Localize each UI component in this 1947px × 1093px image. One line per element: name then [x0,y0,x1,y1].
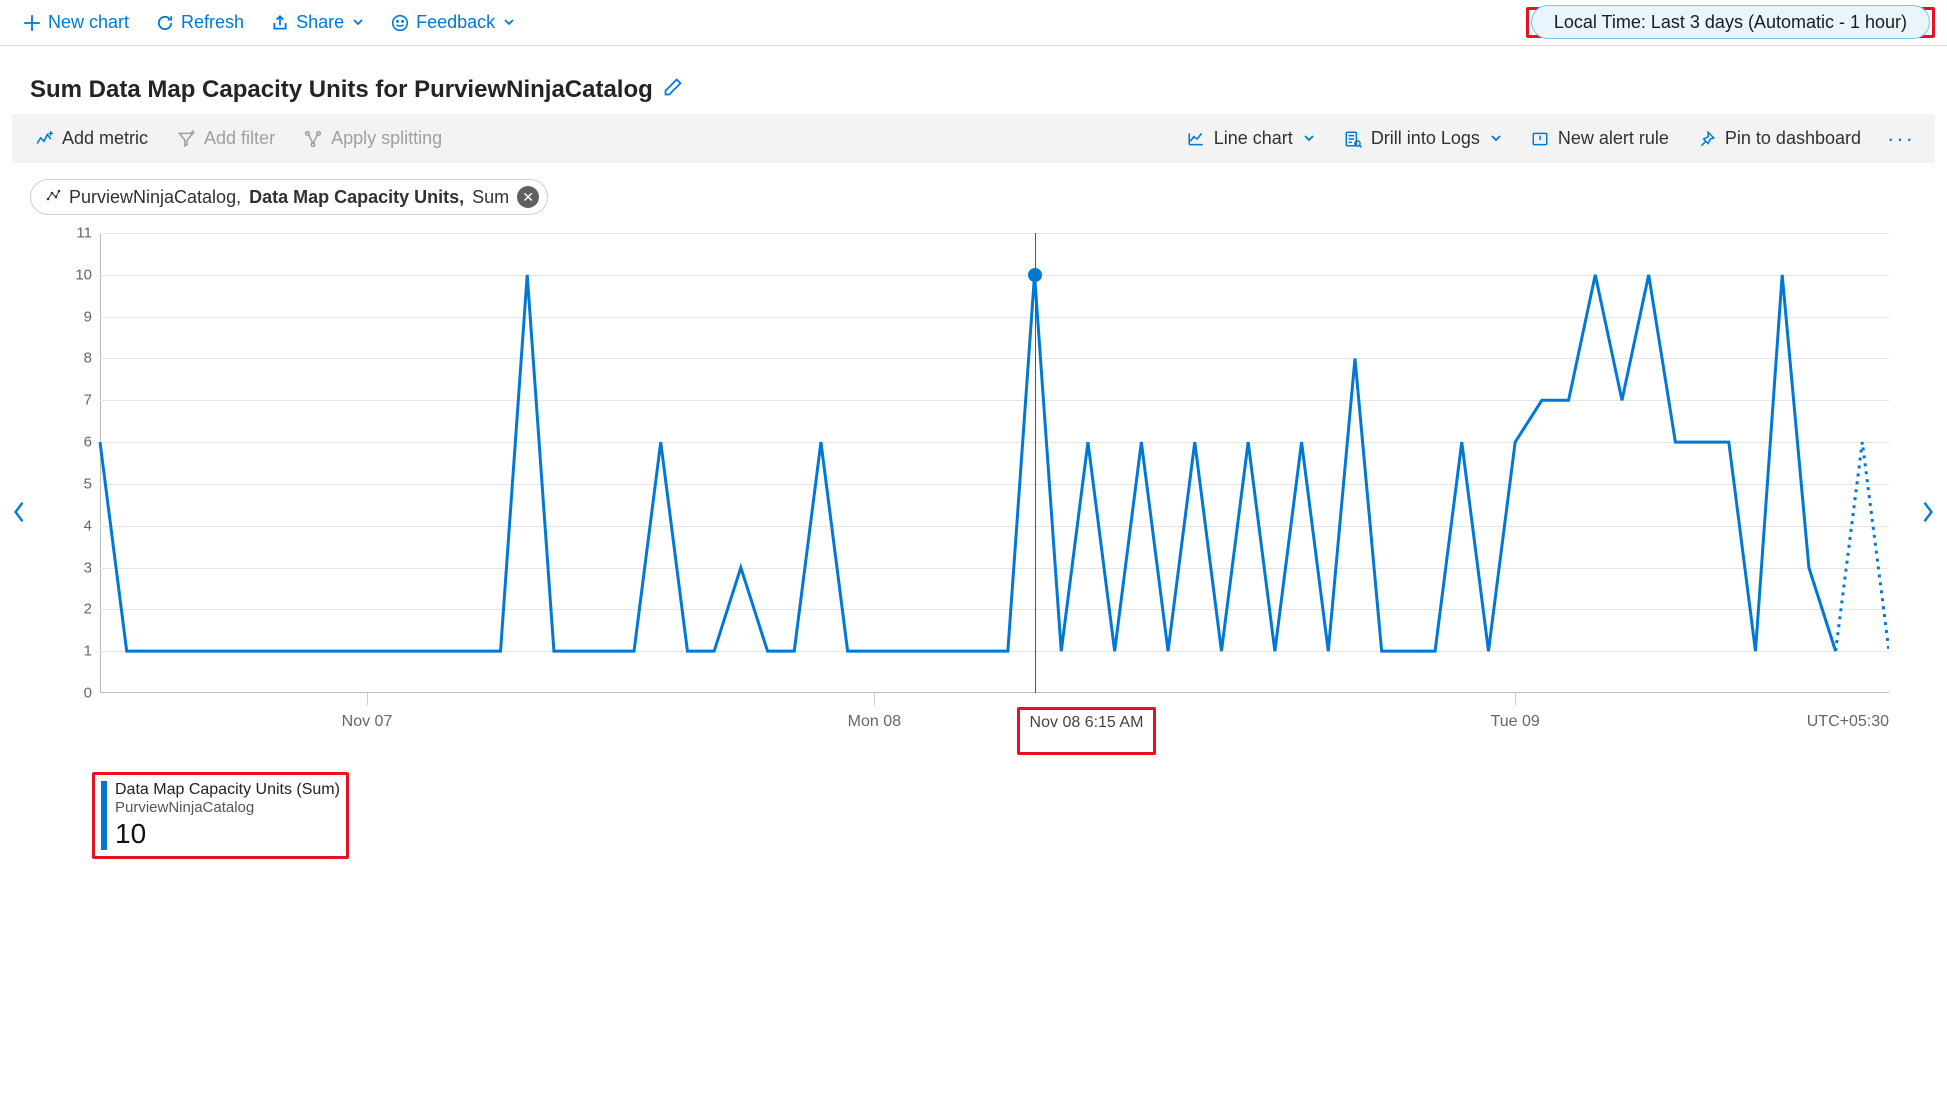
feedback-button[interactable]: Feedback [380,6,525,39]
filter-icon [176,129,196,149]
add-filter-label: Add filter [204,128,275,149]
plus-icon [22,13,42,33]
smile-icon [390,13,410,33]
prev-time-range-button[interactable] [6,493,32,537]
refresh-button[interactable]: Refresh [145,6,254,39]
chevron-down-icon [1490,131,1502,147]
timezone-label: UTC+05:30 [1807,713,1889,731]
x-tick-label: Tue 09 [1491,713,1540,731]
hover-guideline [1035,233,1036,693]
add-metric-icon [34,129,54,149]
chart-container: 01234567891011Nov 07Mon 08Tue 09UTC+05:3… [12,233,1935,763]
add-filter-button: Add filter [166,122,285,155]
next-time-range-button[interactable] [1915,493,1941,537]
pin-icon [1697,129,1717,149]
x-tick-label: Mon 08 [848,713,901,731]
apply-splitting-label: Apply splitting [331,128,442,149]
metric-chip-row: PurviewNinjaCatalog, Data Map Capacity U… [0,163,1947,223]
edit-title-button[interactable] [663,76,683,104]
chart-plot[interactable]: 01234567891011Nov 07Mon 08Tue 09UTC+05:3… [58,233,1889,763]
time-range-highlight: Local Time: Last 3 days (Automatic - 1 h… [1526,7,1935,38]
x-tick-mark [1515,693,1516,705]
pin-to-dashboard-button[interactable]: Pin to dashboard [1687,122,1871,155]
split-icon [303,129,323,149]
share-label: Share [296,12,344,33]
new-alert-rule-label: New alert rule [1558,128,1669,149]
apply-splitting-button: Apply splitting [293,122,452,155]
chevron-down-icon [352,15,364,31]
alert-icon [1530,129,1550,149]
new-chart-button[interactable]: New chart [12,6,139,39]
new-chart-label: New chart [48,12,129,33]
metric-chip-resource: PurviewNinjaCatalog, [69,187,241,208]
pin-to-dashboard-label: Pin to dashboard [1725,128,1861,149]
hover-point-marker [1028,268,1042,282]
metric-chip-metric: Data Map Capacity Units, [249,187,464,208]
logs-icon [1343,129,1363,149]
chevron-down-icon [1303,131,1315,147]
drill-into-logs-button[interactable]: Drill into Logs [1333,122,1512,155]
time-range-label: Local Time: Last 3 days (Automatic - 1 h… [1554,12,1907,32]
chart-type-label: Line chart [1214,128,1293,149]
top-toolbar: New chart Refresh Share Feedback Local T… [0,0,1947,46]
legend-color-swatch [101,781,107,850]
more-actions-button[interactable]: ··· [1879,126,1923,152]
metric-chip-aggregation: Sum [472,187,509,208]
add-metric-label: Add metric [62,128,148,149]
legend-value: 10 [115,818,340,850]
series-line [58,233,1889,693]
legend-card[interactable]: Data Map Capacity Units (Sum)PurviewNinj… [92,772,349,859]
metric-chip-icon [45,187,61,208]
metric-chip-remove-button[interactable]: ✕ [517,186,539,208]
feedback-label: Feedback [416,12,495,33]
line-chart-icon [1186,129,1206,149]
chart-title: Sum Data Map Capacity Units for PurviewN… [30,76,653,104]
refresh-icon [155,13,175,33]
time-range-selector[interactable]: Local Time: Last 3 days (Automatic - 1 h… [1531,5,1930,39]
chart-title-row: Sum Data Map Capacity Units for PurviewN… [0,46,1947,114]
metric-chip[interactable]: PurviewNinjaCatalog, Data Map Capacity U… [30,179,548,215]
drill-into-logs-label: Drill into Logs [1371,128,1480,149]
add-metric-button[interactable]: Add metric [24,122,158,155]
legend-resource-label: PurviewNinjaCatalog [115,799,340,816]
x-tick-mark [874,693,875,705]
share-button[interactable]: Share [260,6,374,39]
refresh-label: Refresh [181,12,244,33]
chart-type-selector[interactable]: Line chart [1176,122,1325,155]
x-tick-label: Nov 07 [342,713,393,731]
x-tick-mark [367,693,368,705]
hover-time-label: Nov 08 6:15 AM [1017,707,1157,755]
chart-secondary-toolbar: Add metric Add filter Apply splitting Li… [12,114,1935,163]
new-alert-rule-button[interactable]: New alert rule [1520,122,1679,155]
chevron-down-icon [503,15,515,31]
share-icon [270,13,290,33]
legend-metric-label: Data Map Capacity Units (Sum) [115,781,340,799]
